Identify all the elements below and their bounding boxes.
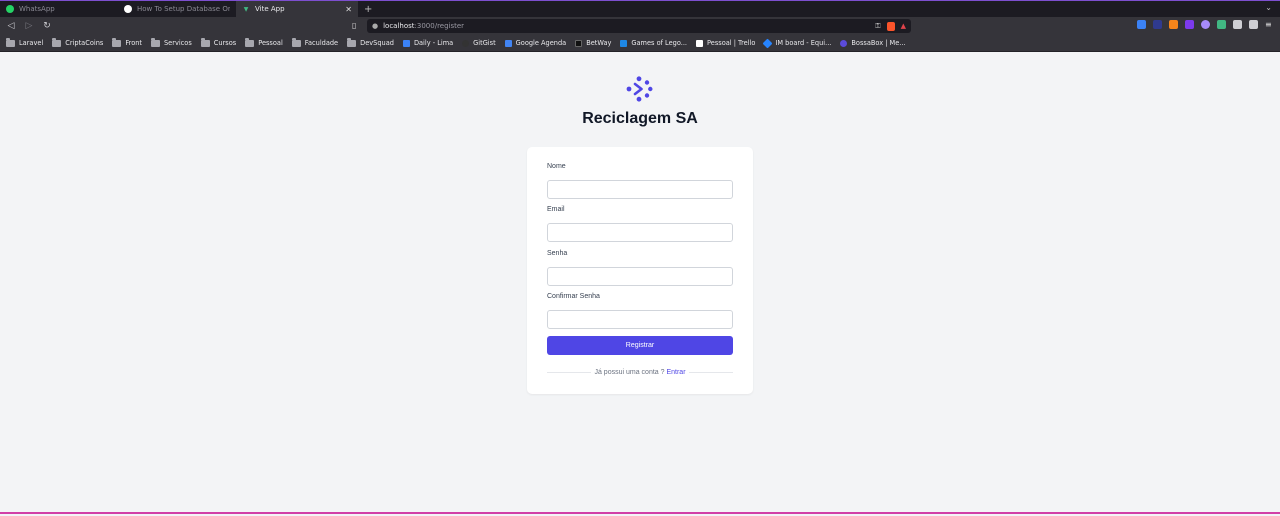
login-link[interactable]: Entrar	[666, 369, 685, 376]
confirm-password-input[interactable]	[547, 310, 733, 329]
name-input[interactable]	[547, 180, 733, 199]
github-icon	[462, 39, 470, 47]
calendar-icon	[504, 39, 512, 47]
brand-logo-icon	[626, 76, 653, 102]
bookmark-folder[interactable]: Servicos	[151, 37, 192, 47]
login-prompt: Já possui uma conta ? Entrar	[594, 368, 686, 376]
window-border	[0, 512, 1280, 514]
email-label: Email	[547, 206, 565, 213]
navigation-bar: ◁ ▷ ↻ ▯ ● localhost:3000/register ⚿ ▲ ≡	[0, 17, 1280, 35]
bookmark-folder[interactable]: Pessoal	[245, 37, 283, 47]
bookmarks-bar: Laravel CriptaCoins Front Servicos Curso…	[0, 35, 1280, 52]
browser-chrome: WhatsApp How To Setup Database On Ro ▼ V…	[0, 0, 1280, 52]
close-tab-icon[interactable]: ✕	[345, 5, 352, 14]
folder-icon	[6, 37, 15, 47]
password-input[interactable]	[547, 267, 733, 286]
bookmark-page-icon[interactable]: ▯	[352, 21, 356, 30]
bookmark-link[interactable]: Pessoal | Trello	[696, 39, 755, 47]
jira-icon	[762, 38, 773, 48]
tab-title: How To Setup Database On Ro	[137, 5, 230, 13]
reload-icon[interactable]: ↻	[42, 21, 52, 31]
brave-rewards-icon[interactable]: ▲	[901, 22, 906, 30]
bookmark-folder[interactable]: Faculdade	[291, 37, 338, 47]
site-favicon-icon	[402, 39, 410, 47]
folder-icon	[200, 37, 210, 47]
extensions-area: ≡	[1137, 20, 1274, 29]
register-button[interactable]: Registrar	[547, 336, 733, 355]
register-page: Reciclagem SA Nome Email Senha Confirmar…	[0, 52, 1280, 514]
password-field-group: Senha	[547, 250, 733, 286]
vue-devtools-icon[interactable]	[1217, 20, 1226, 29]
tab-list-chevron-icon[interactable]: ⌄	[1265, 3, 1272, 12]
bookmark-folder[interactable]: Cursos	[200, 37, 236, 47]
site-favicon-icon	[575, 39, 583, 47]
bookmark-link[interactable]: Google Agenda	[504, 39, 566, 47]
site-favicon-icon	[620, 39, 628, 47]
vue-icon: ▼	[243, 5, 249, 13]
login-prompt-row: Já possui uma conta ? Entrar	[547, 367, 733, 377]
folder-icon	[291, 37, 301, 47]
tab-strip: WhatsApp How To Setup Database On Ro ▼ V…	[0, 0, 1280, 17]
bookmark-folder[interactable]: Front	[112, 37, 142, 47]
bookmark-folder[interactable]: DevSquad	[347, 37, 394, 47]
tab-title: Vite App	[255, 5, 285, 13]
brave-shield-icon[interactable]	[886, 21, 895, 31]
site-info-icon[interactable]: ●	[372, 22, 378, 30]
name-label: Nome	[547, 163, 566, 170]
confirm-password-label: Confirmar Senha	[547, 293, 600, 300]
bossabox-icon	[840, 39, 848, 47]
new-tab-button[interactable]: +	[358, 1, 378, 17]
bookmark-link[interactable]: BetWay	[575, 39, 611, 47]
password-label: Senha	[547, 250, 568, 257]
whatsapp-icon	[6, 5, 14, 13]
tab-title: WhatsApp	[19, 5, 55, 13]
bookmark-link[interactable]: IM board - Equi...	[762, 38, 831, 48]
bookmark-link[interactable]: BossaBox | Me...	[840, 39, 906, 47]
tab-vite-app[interactable]: ▼ Vite App ✕	[236, 1, 358, 17]
sidebar-icon[interactable]	[1249, 20, 1258, 29]
register-form: Nome Email Senha Confirmar Senha Registr…	[527, 147, 753, 394]
tab-setup-database[interactable]: How To Setup Database On Ro	[118, 1, 236, 17]
tab-whatsapp[interactable]: WhatsApp	[0, 1, 118, 17]
folder-icon	[112, 37, 122, 47]
brand-title: Reciclagem SA	[582, 110, 698, 127]
extension-icon[interactable]	[1185, 20, 1194, 29]
globe-icon	[124, 5, 132, 13]
key-icon[interactable]: ⚿	[875, 22, 880, 31]
bookmark-folder[interactable]: Laravel	[6, 37, 43, 47]
folder-icon	[151, 37, 160, 47]
bookmark-link[interactable]: GitGist	[462, 39, 496, 47]
url-text: localhost:3000/register	[383, 22, 465, 30]
forward-icon[interactable]: ▷	[24, 21, 34, 31]
puzzle-icon[interactable]	[1233, 20, 1242, 29]
extension-icon[interactable]	[1153, 20, 1162, 29]
bookmark-link[interactable]: Daily - Lima	[402, 39, 453, 47]
bookmark-link[interactable]: Games of Lego...	[620, 39, 687, 47]
divider	[547, 371, 592, 373]
email-input[interactable]	[547, 223, 733, 242]
metamask-icon[interactable]	[1169, 20, 1178, 29]
address-bar[interactable]: ● localhost:3000/register ⚿ ▲	[367, 19, 911, 33]
extension-icon[interactable]	[1137, 20, 1146, 29]
bookmark-folder[interactable]: CriptaCoins	[52, 37, 103, 47]
folder-icon	[52, 37, 62, 47]
folder-icon	[245, 37, 255, 47]
menu-icon[interactable]: ≡	[1265, 20, 1274, 29]
divider	[688, 371, 733, 373]
extension-icon[interactable]	[1201, 20, 1210, 29]
folder-icon	[347, 37, 357, 47]
confirm-password-field-group: Confirmar Senha	[547, 293, 733, 329]
email-field-group: Email	[547, 206, 733, 242]
name-field-group: Nome	[547, 163, 733, 199]
back-icon[interactable]: ◁	[6, 21, 16, 31]
trello-icon	[696, 39, 704, 47]
